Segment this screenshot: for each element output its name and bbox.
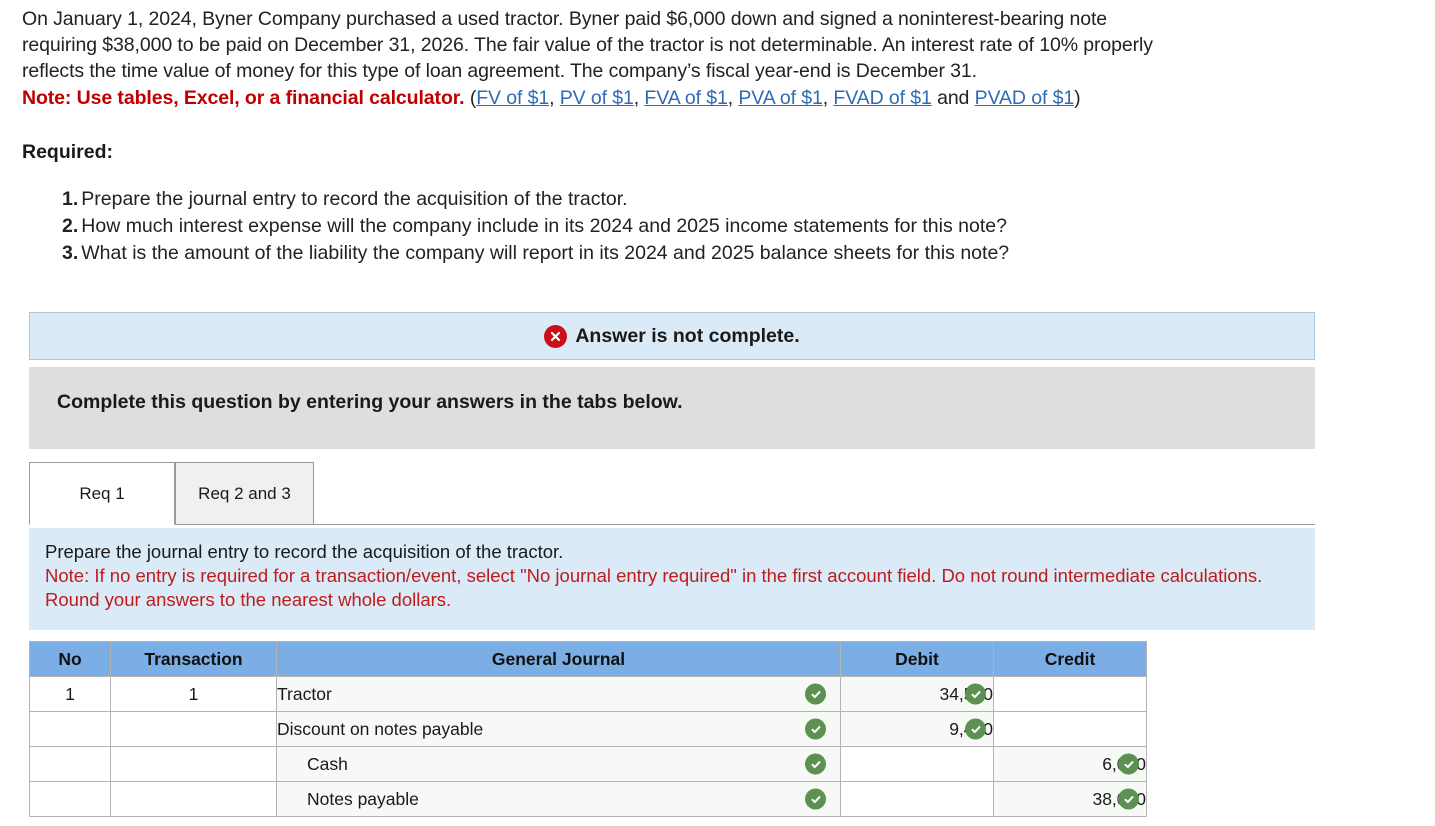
journal-header-row: No Transaction General Journal Debit Cre… (29, 641, 1147, 677)
required-list: 1. Prepare the journal entry to record th… (0, 186, 1435, 267)
instruction-primary-text: Prepare the journal entry to record the … (45, 541, 564, 562)
header-no: No (29, 641, 111, 677)
row-2-transaction (110, 711, 277, 747)
sep-3: , (727, 87, 739, 109)
link-fv-of-1[interactable]: FV of $1 (476, 87, 549, 109)
row-3-transaction (110, 746, 277, 782)
row-3-no (29, 746, 111, 782)
table-note-label: Note: Use tables, Excel, or a financial … (22, 87, 465, 109)
required-item-2: 2. How much interest expense will the com… (62, 213, 1435, 240)
question-page: On January 1, 2024, Byner Company purcha… (0, 0, 1435, 826)
row-1-account-valid-check-icon (805, 683, 826, 705)
row-3-account-cell[interactable]: Cash (276, 746, 841, 782)
row-4-account-text: Notes payable (307, 788, 419, 809)
required-heading: Required: (22, 141, 114, 163)
problem-line-3: reflects the time value of money for thi… (22, 60, 977, 82)
required-item-1-text: Prepare the journal entry to record the … (81, 188, 628, 210)
table-row: 1 1 Tractor 34,550 (29, 676, 1147, 712)
conjunction-and: and (931, 87, 975, 109)
row-1-account-cell[interactable]: Tractor (276, 676, 841, 712)
row-2-debit-valid-check-icon (965, 718, 986, 740)
row-4-credit-valid-check-icon (1118, 788, 1139, 810)
sep-2: , (633, 87, 645, 109)
error-x-icon (544, 324, 568, 348)
row-1-transaction: 1 (110, 676, 277, 712)
required-item-3-text: What is the amount of the liability the … (81, 242, 1010, 264)
row-1-debit-valid-check-icon (965, 683, 986, 705)
journal-table-body: 1 1 Tractor 34,550 (29, 676, 1147, 817)
tab-req-1-label: Req 1 (79, 483, 125, 503)
requirement-tabs: Req 1 Req 2 and 3 (29, 462, 1315, 527)
required-item-2-number: 2. (62, 215, 79, 237)
table-note-line: Note: Use tables, Excel, or a financial … (22, 85, 1417, 111)
link-pva-of-1[interactable]: PVA of $1 (738, 87, 822, 109)
required-item-1-number: 1. (62, 188, 79, 210)
problem-line-1: On January 1, 2024, Byner Company purcha… (22, 8, 1108, 30)
sep-4: , (822, 87, 834, 109)
answer-status-banner: Answer is not complete. (29, 312, 1315, 360)
table-row: Discount on notes payable 9,450 (29, 711, 1147, 747)
row-4-no (29, 781, 111, 817)
row-3-credit-valid-check-icon (1118, 753, 1139, 775)
required-item-3: 3. What is the amount of the liability th… (62, 240, 1435, 267)
row-3-debit-cell[interactable] (840, 746, 994, 782)
row-1-debit-cell[interactable]: 34,550 (840, 676, 994, 712)
header-debit: Debit (840, 641, 994, 677)
tab-req-2-and-3-label: Req 2 and 3 (198, 483, 291, 503)
row-2-credit-cell[interactable] (993, 711, 1147, 747)
required-item-2-text: How much interest expense will the compa… (81, 215, 1007, 237)
row-4-credit-cell[interactable]: 38,000 (993, 781, 1147, 817)
header-general-journal: General Journal (276, 641, 841, 677)
requirement-instruction-box: Prepare the journal entry to record the … (29, 528, 1315, 630)
required-item-3-number: 3. (62, 242, 79, 264)
row-4-transaction (110, 781, 277, 817)
row-2-account-text: Discount on notes payable (277, 718, 484, 739)
row-1-no: 1 (29, 676, 111, 712)
link-pv-of-1[interactable]: PV of $1 (560, 87, 634, 109)
complete-question-text: Complete this question by entering your … (57, 391, 683, 413)
tab-req-1[interactable]: Req 1 (29, 462, 175, 525)
sep-1: , (549, 87, 560, 109)
row-3-credit-cell[interactable]: 6,000 (993, 746, 1147, 782)
link-fvad-of-1[interactable]: FVAD of $1 (833, 87, 931, 109)
paren-close: ) (1074, 87, 1081, 109)
table-row: Cash 6,000 (29, 746, 1147, 782)
row-2-account-valid-check-icon (805, 718, 826, 740)
row-2-debit-cell[interactable]: 9,450 (840, 711, 994, 747)
paren-open: ( (464, 87, 477, 109)
tab-req-2-and-3[interactable]: Req 2 and 3 (175, 462, 314, 525)
problem-statement: On January 1, 2024, Byner Company purcha… (0, 0, 1435, 111)
row-4-account-valid-check-icon (805, 788, 826, 810)
header-credit: Credit (993, 641, 1147, 677)
header-transaction: Transaction (110, 641, 277, 677)
complete-question-banner: Complete this question by entering your … (29, 367, 1315, 449)
row-3-account-text: Cash (307, 753, 348, 774)
problem-line-2: requiring $38,000 to be paid on December… (22, 34, 1153, 56)
journal-table-head: No Transaction General Journal Debit Cre… (29, 641, 1147, 677)
row-1-credit-cell[interactable] (993, 676, 1147, 712)
row-2-account-cell[interactable]: Discount on notes payable (276, 711, 841, 747)
link-pvad-of-1[interactable]: PVAD of $1 (975, 87, 1075, 109)
table-row: Notes payable 38,000 (29, 781, 1147, 817)
row-2-no (29, 711, 111, 747)
row-4-account-cell[interactable]: Notes payable (276, 781, 841, 817)
row-1-account-text: Tractor (277, 683, 332, 704)
row-3-account-valid-check-icon (805, 753, 826, 775)
required-item-1: 1. Prepare the journal entry to record th… (62, 186, 1435, 213)
general-journal-table: No Transaction General Journal Debit Cre… (29, 641, 1147, 817)
instruction-note-text: Note: If no entry is required for a tran… (45, 565, 1263, 610)
row-4-debit-cell[interactable] (840, 781, 994, 817)
link-fva-of-1[interactable]: FVA of $1 (644, 87, 727, 109)
answer-status-text: Answer is not complete. (575, 324, 800, 347)
